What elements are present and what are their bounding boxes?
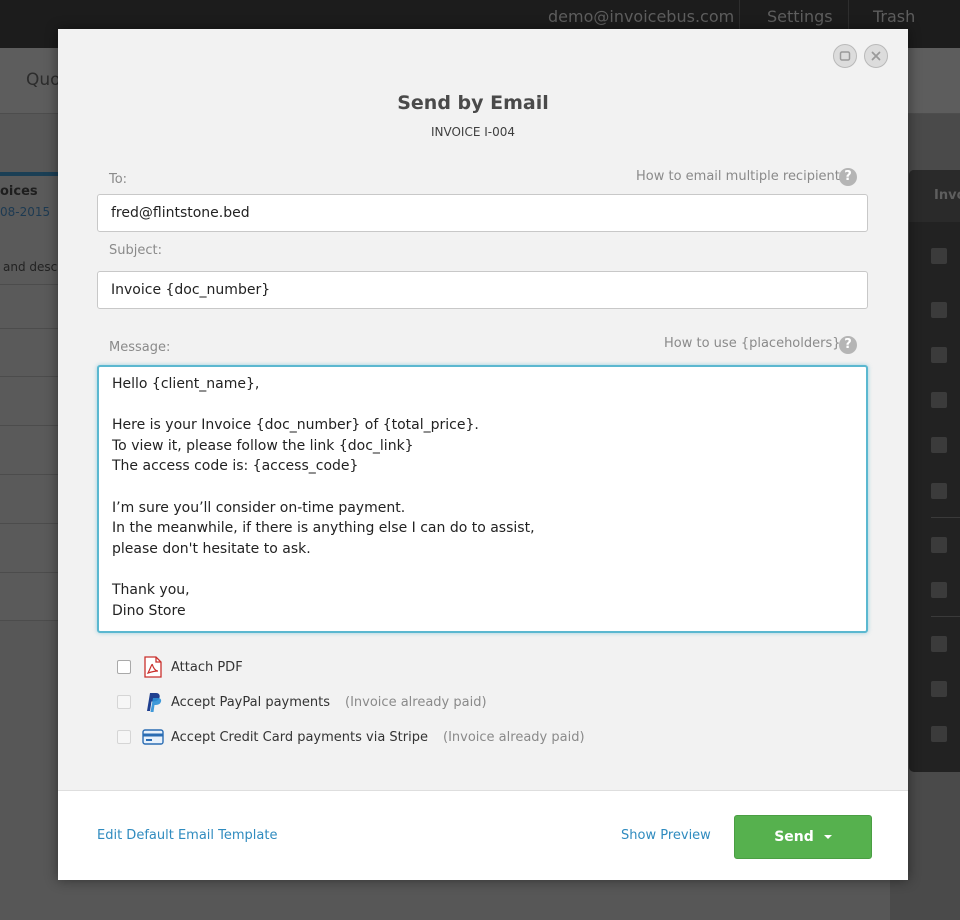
copy-icon <box>931 437 947 453</box>
message-line: Here is your Invoice {doc_number} of {to… <box>112 417 479 434</box>
stripe-option: Accept Credit Card payments via Stripe (… <box>117 726 585 748</box>
send-button[interactable]: Send <box>734 815 872 859</box>
pdf-icon <box>142 656 164 678</box>
list-date: 08-2015 <box>0 205 51 219</box>
close-icon <box>871 51 881 61</box>
actions-panel-header: Invo <box>909 170 960 222</box>
dialog-subtitle: INVOICE I-004 <box>430 125 516 139</box>
background-actions-panel: Invo <box>909 170 960 772</box>
bell-icon <box>931 681 947 697</box>
row-divider <box>0 376 58 377</box>
subject-input[interactable] <box>97 271 868 309</box>
dialog-title: Send by Email <box>397 92 549 114</box>
row-divider <box>0 474 58 475</box>
stripe-label: Accept Credit Card payments via Stripe <box>171 729 428 745</box>
message-line: In the meanwhile, if there is anything e… <box>112 520 535 537</box>
attach-pdf-label: Attach PDF <box>171 659 243 675</box>
email-icon <box>931 537 947 553</box>
message-line: I’m sure you’ll consider on-time payment… <box>112 499 406 516</box>
help-icon[interactable]: ? <box>839 336 857 354</box>
row-divider <box>0 620 58 621</box>
placeholders-help-link[interactable]: How to use {placeholders} <box>664 336 841 351</box>
message-line <box>112 395 853 416</box>
message-line: To view it, please follow the link {doc_… <box>112 437 414 454</box>
dialog-footer: Edit Default Email Template Show Preview… <box>58 790 908 880</box>
subject-label: Subject: <box>109 243 162 258</box>
credit-card-icon <box>142 726 164 748</box>
list-title: oices <box>0 184 38 199</box>
show-preview-link[interactable]: Show Preview <box>621 828 711 843</box>
message-line: please don't hesitate to ask. <box>112 540 311 557</box>
background-tab: Quo <box>26 70 61 90</box>
actions-divider <box>931 517 960 518</box>
new-document-icon <box>931 248 947 264</box>
convert-icon <box>931 392 947 408</box>
background-document-list: oices 08-2015 and desc <box>0 172 58 621</box>
row-divider <box>0 572 58 573</box>
pdf-icon <box>931 582 947 598</box>
caret-down-icon[interactable] <box>823 835 832 839</box>
edit-icon <box>931 347 947 363</box>
maximize-icon <box>839 51 851 61</box>
stripe-note: (Invoice already paid) <box>443 729 585 745</box>
send-button-label: Send <box>774 829 814 845</box>
row-divider <box>0 425 58 426</box>
star-icon <box>931 726 947 742</box>
list-column-header: and desc <box>3 260 58 274</box>
paypal-note: (Invoice already paid) <box>345 694 487 710</box>
to-label: To: <box>109 172 128 187</box>
actions-panel-title: Invo <box>934 188 960 203</box>
send-email-dialog: Send by Email INVOICE I-004 To: How to e… <box>58 29 908 880</box>
row-divider <box>0 523 58 524</box>
multiple-recipients-help-link[interactable]: How to email multiple recipients <box>636 169 847 184</box>
list-accent-bar <box>0 172 58 176</box>
message-line: Dino Store <box>112 602 186 619</box>
edit-default-template-link[interactable]: Edit Default Email Template <box>97 828 277 843</box>
view-icon <box>931 302 947 318</box>
message-line: The access code is: {access_code} <box>112 458 359 475</box>
print-icon <box>931 483 947 499</box>
message-line: Thank you, <box>112 581 190 598</box>
row-divider <box>0 284 58 285</box>
paypal-option: Accept PayPal payments (Invoice already … <box>117 691 487 713</box>
message-label: Message: <box>109 340 171 355</box>
row-divider <box>0 328 58 329</box>
paypal-label: Accept PayPal payments <box>171 694 331 710</box>
message-line <box>112 477 853 498</box>
stripe-checkbox[interactable] <box>117 730 131 744</box>
message-line <box>112 559 853 580</box>
maximize-button[interactable] <box>833 44 857 68</box>
attach-pdf-option[interactable]: Attach PDF <box>117 656 243 678</box>
close-button[interactable] <box>864 44 888 68</box>
help-icon[interactable]: ? <box>839 168 857 186</box>
dollar-icon <box>931 636 947 652</box>
message-line: Hello {client_name}, <box>112 376 260 392</box>
attach-pdf-checkbox[interactable] <box>117 660 131 674</box>
paypal-checkbox[interactable] <box>117 695 131 709</box>
paypal-icon <box>142 691 164 713</box>
to-input[interactable] <box>97 194 868 232</box>
message-textarea[interactable]: Hello {client_name}, Here is your Invoic… <box>97 365 868 633</box>
actions-divider <box>931 616 960 617</box>
